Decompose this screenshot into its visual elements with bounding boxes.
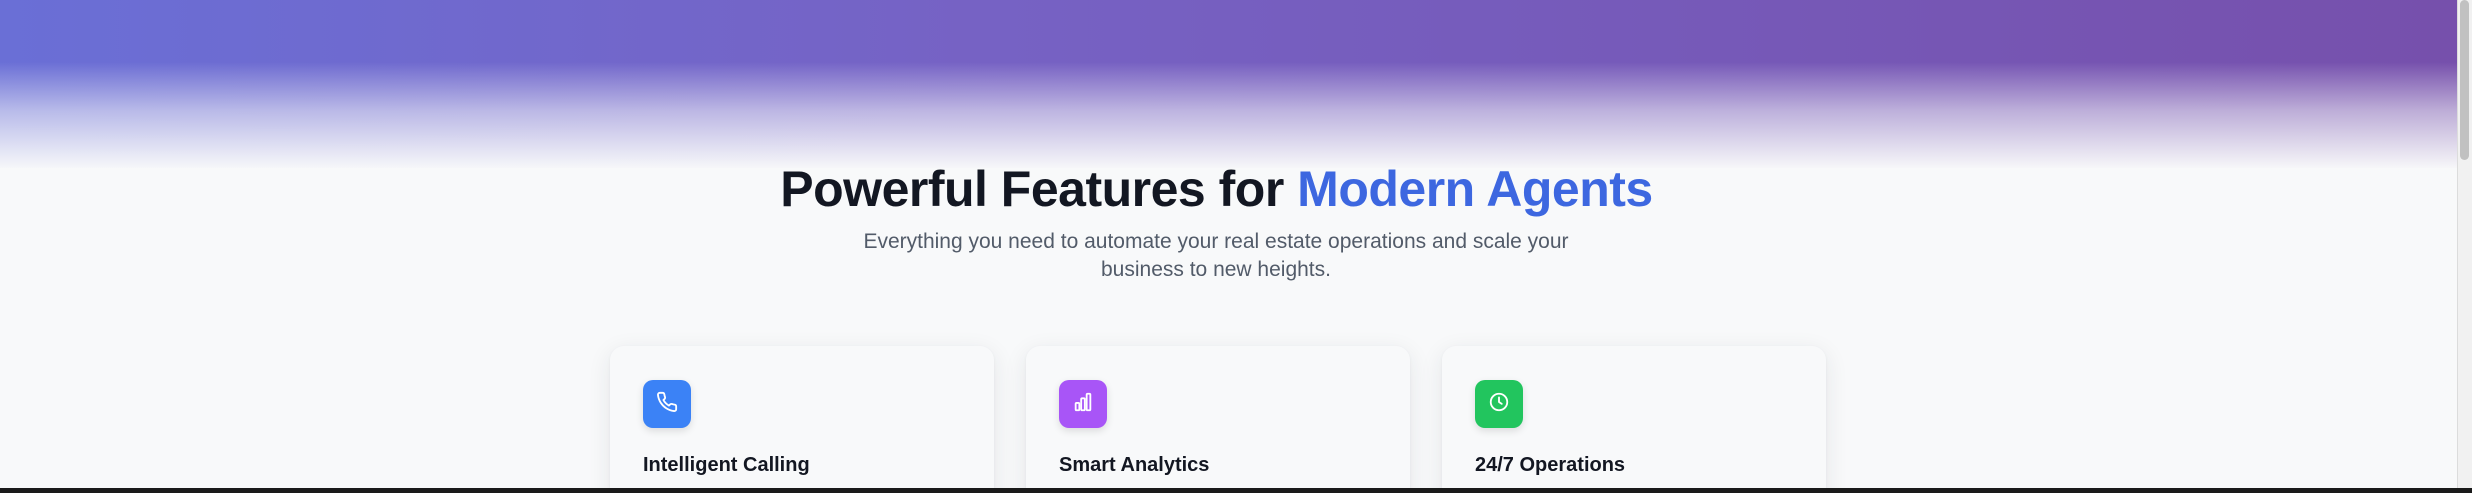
feature-card-smart-analytics[interactable]: Smart Analytics — [1026, 346, 1410, 488]
feature-icon-box — [1475, 380, 1523, 428]
features-grid: Intelligent Calling Smart Analytics 24/7… — [610, 346, 1826, 488]
scrollbar-thumb[interactable] — [2460, 0, 2469, 160]
clock-icon — [1488, 391, 1510, 418]
feature-title: Intelligent Calling — [643, 454, 810, 476]
features-heading-accent: Modern Agents — [1297, 161, 1653, 217]
features-subtitle: Everything you need to automate your rea… — [863, 230, 1569, 281]
page-viewport: Powerful Features for Modern Agents Ever… — [0, 0, 2457, 488]
feature-card-intelligent-calling[interactable]: Intelligent Calling — [610, 346, 994, 488]
features-heading: Powerful Features for Modern Agents — [0, 160, 2433, 218]
feature-title: Smart Analytics — [1059, 454, 1210, 476]
feature-title: 24/7 Operations — [1475, 454, 1626, 476]
phone-icon — [656, 391, 678, 418]
feature-icon-box — [1059, 380, 1107, 428]
bar-chart-icon — [1072, 391, 1094, 418]
hero-gradient-fade — [0, 62, 2457, 170]
feature-card-24-7-operations[interactable]: 24/7 Operations — [1442, 346, 1826, 488]
feature-icon-box — [643, 380, 691, 428]
features-heading-main: Powerful Features for — [780, 161, 1298, 217]
